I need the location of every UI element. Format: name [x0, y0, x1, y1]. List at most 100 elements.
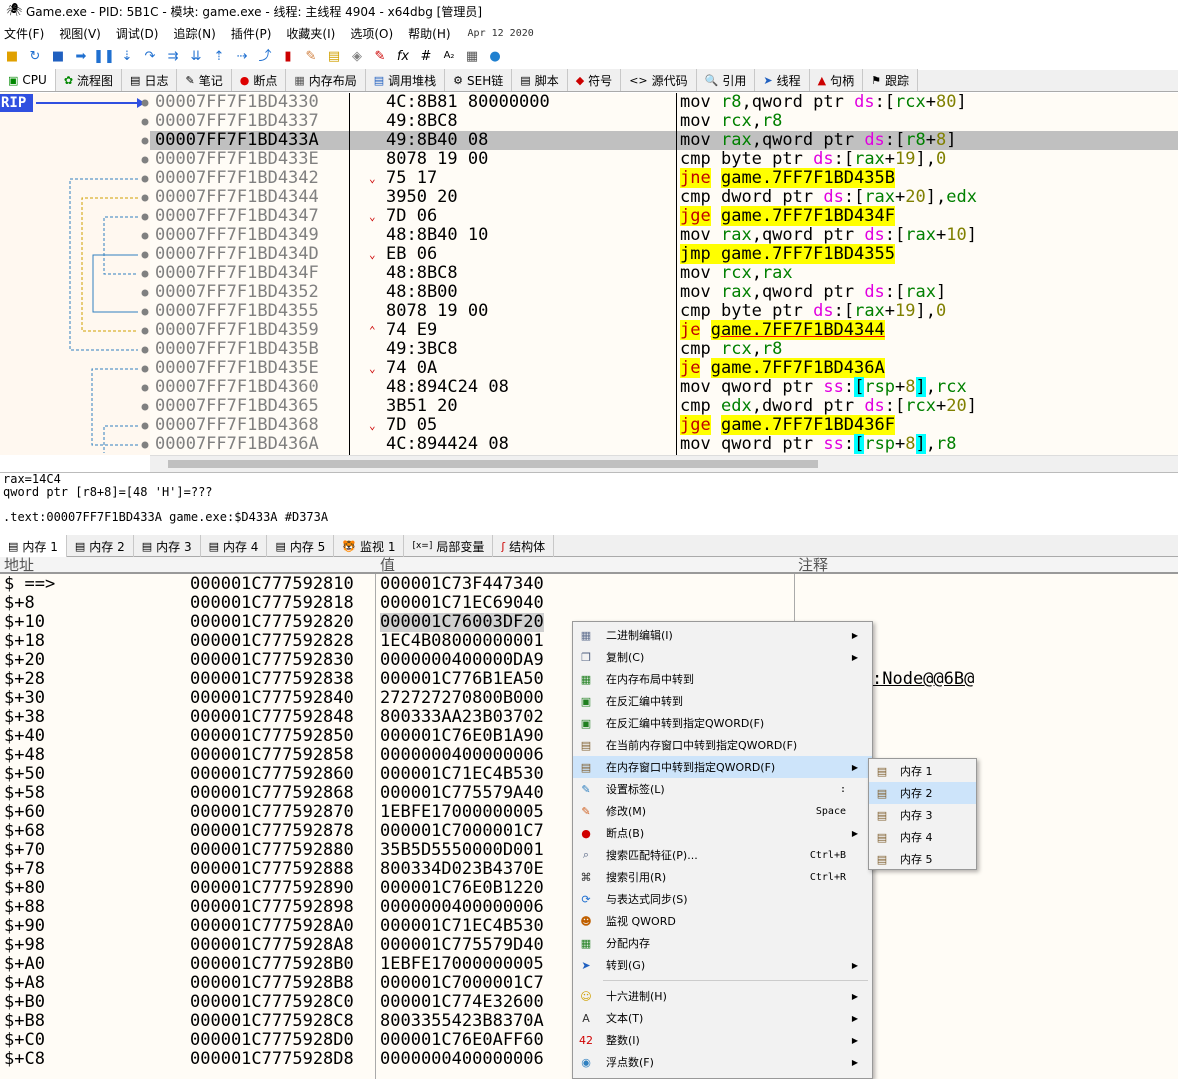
- disasm-row[interactable]: 00007FF7F1BD4337 49:8BC8 mov rcx,r8: [150, 112, 1178, 131]
- disasm-row[interactable]: 00007FF7F1BD4365 3B51 20 cmp edx,dword ptr…: [150, 397, 1178, 416]
- tab-references[interactable]: 🔍 引用: [696, 69, 756, 91]
- disasm-row[interactable]: 00007FF7F1BD434F 48:8BC8 mov rcx,rax: [150, 264, 1178, 283]
- menu-trace[interactable]: 追踪(N): [173, 25, 215, 42]
- context-menu-item[interactable]: ⟳ 与表达式同步(S): [573, 888, 872, 910]
- submenu-item-dump-1[interactable]: ▤ 内存 1: [869, 760, 976, 782]
- menu-plugins[interactable]: 插件(P): [231, 25, 272, 42]
- tab-struct[interactable]: ʃ 结构体: [493, 535, 555, 557]
- disasm-row-selected[interactable]: 00007FF7F1BD433A 49:8B40 08 mov rax,qword …: [150, 131, 1178, 150]
- disassembly-view[interactable]: RIP 00007FF7F1BD4330 4C:8B81 80000000 mov …: [0, 93, 1178, 455]
- tab-log[interactable]: ▤ 日志: [122, 69, 178, 91]
- labels-icon[interactable]: ◈: [348, 47, 366, 65]
- submenu-item-dump-4[interactable]: ▤ 内存 4: [869, 826, 976, 848]
- restart-icon[interactable]: ↻: [26, 47, 44, 65]
- submenu-item-dump-2[interactable]: ▤ 内存 2: [869, 782, 976, 804]
- trace-into-icon[interactable]: ⇉: [164, 47, 182, 65]
- context-menu-item[interactable]: ❐ 复制(C) ▶: [573, 646, 872, 668]
- tab-handles[interactable]: ▲ 句柄: [809, 69, 864, 91]
- run-icon[interactable]: ➡: [72, 47, 90, 65]
- disasm-row[interactable]: 00007FF7F1BD4342 ⌄ 75 17 jne game.7FF7F1BD4…: [150, 168, 1178, 188]
- record-icon[interactable]: ▮: [279, 47, 297, 65]
- tab-call-stack[interactable]: ▤ 调用堆栈: [365, 69, 446, 91]
- tab-trace[interactable]: ⚑ 跟踪: [863, 69, 918, 91]
- disasm-row[interactable]: 00007FF7F1BD4352 48:8B00 mov rax,qword ptr…: [150, 283, 1178, 302]
- font-icon[interactable]: A₂: [440, 47, 458, 65]
- disasm-horizontal-scrollbar[interactable]: [150, 455, 1178, 472]
- tab-source[interactable]: <> 源代码: [621, 69, 697, 91]
- context-menu-item[interactable]: 42 整数(I) ▶: [573, 1029, 872, 1051]
- run-to-user-code-icon[interactable]: ⇢: [233, 47, 251, 65]
- column-divider[interactable]: [349, 93, 350, 455]
- context-menu-item[interactable]: ▣ 在反汇编中转到: [573, 690, 872, 712]
- function-icon[interactable]: fx: [394, 47, 412, 65]
- disasm-row[interactable]: 00007FF7F1BD4355 8078 19 00 cmp byte ptr d…: [150, 302, 1178, 321]
- context-menu-item[interactable]: ➤ 转到(G) ▶: [573, 954, 872, 976]
- submenu-item-dump-5[interactable]: ▤ 内存 5: [869, 848, 976, 870]
- tab-breakpoints[interactable]: ● 断点: [231, 69, 287, 91]
- scrollbar-thumb[interactable]: [168, 460, 818, 468]
- tab-dump-4[interactable]: ▤ 内存 4: [201, 535, 268, 557]
- tab-dump-5[interactable]: ▤ 内存 5: [267, 535, 335, 557]
- context-menu-item[interactable]: ⌘ 搜索引用(R) Ctrl+R: [573, 866, 872, 888]
- trace-over-icon[interactable]: ⇊: [187, 47, 205, 65]
- open-icon[interactable]: ■: [3, 47, 21, 65]
- bookmark-icon[interactable]: ✎: [371, 47, 389, 65]
- disasm-row[interactable]: 00007FF7F1BD433E 8078 19 00 cmp byte ptr d…: [150, 150, 1178, 169]
- tab-symbols[interactable]: ◆ 符号: [567, 69, 622, 91]
- menu-help[interactable]: 帮助(H): [408, 25, 450, 42]
- context-menu-item[interactable]: ▣ 在反汇编中转到指定QWORD(F): [573, 712, 872, 734]
- tab-locals[interactable]: [x=] 局部变量: [404, 535, 494, 557]
- context-menu-item[interactable]: ☺ 十六进制(H) ▶: [573, 985, 872, 1007]
- step-into-icon[interactable]: ⇣: [118, 47, 136, 65]
- context-menu-item[interactable]: ▦ 分配内存: [573, 932, 872, 954]
- dump-row[interactable]: $+8 000001C777592818 000001C71EC69040: [0, 594, 1178, 613]
- header-value[interactable]: 值: [380, 557, 395, 574]
- calculator-icon[interactable]: ▦: [463, 47, 481, 65]
- context-menu-item[interactable]: ▦ 在内存布局中转到: [573, 668, 872, 690]
- execute-till-return-icon[interactable]: ⇡: [210, 47, 228, 65]
- header-address[interactable]: 地址: [4, 557, 34, 574]
- context-menu-item[interactable]: A 文本(T) ▶: [573, 1007, 872, 1029]
- tab-watch-1[interactable]: 🐯 监视 1: [334, 535, 405, 557]
- context-menu-item[interactable]: ▤ 在内存窗口中转到指定QWORD(F) ▶: [573, 756, 872, 778]
- menu-favourites[interactable]: 收藏夹(I): [286, 25, 335, 42]
- context-menu-item[interactable]: ⌕ 搜索匹配特征(P)... Ctrl+B: [573, 844, 872, 866]
- context-menu-item[interactable]: ✎ 设置标签(L):: [573, 778, 872, 800]
- context-menu-item[interactable]: ☻ 监视 QWORD: [573, 910, 872, 932]
- submenu-item-dump-3[interactable]: ▤ 内存 3: [869, 804, 976, 826]
- hash-icon[interactable]: #: [417, 47, 435, 65]
- disasm-row[interactable]: 00007FF7F1BD4344 3950 20 cmp dword ptr ds:…: [150, 188, 1178, 207]
- disasm-row[interactable]: 00007FF7F1BD4349 48:8B40 10 mov rax,qword …: [150, 226, 1178, 245]
- tab-threads[interactable]: ➤ 线程: [755, 69, 810, 91]
- menu-file[interactable]: 文件(F): [4, 25, 44, 42]
- pause-icon[interactable]: ❚❚: [93, 47, 115, 65]
- patch-icon[interactable]: ✎: [302, 47, 320, 65]
- disasm-row[interactable]: 00007FF7F1BD435B 49:3BC8 cmp rcx,r8: [150, 340, 1178, 359]
- tab-dump-2[interactable]: ▤ 内存 2: [67, 535, 134, 557]
- disasm-row[interactable]: 00007FF7F1BD4359 ⌃ 74 E9 je game.7FF7F1BD43…: [150, 320, 1178, 340]
- globe-icon[interactable]: ●: [486, 47, 504, 65]
- menu-view[interactable]: 视图(V): [59, 25, 101, 42]
- header-comment[interactable]: 注释: [798, 557, 828, 574]
- disasm-row[interactable]: 00007FF7F1BD434D ⌄ EB 06 jmp game.7FF7F1BD4…: [150, 244, 1178, 264]
- context-menu-item[interactable]: ◉ 浮点数(F) ▶: [573, 1051, 872, 1073]
- context-menu-item[interactable]: ▤ 在当前内存窗口中转到指定QWORD(F): [573, 734, 872, 756]
- disasm-row[interactable]: 00007FF7F1BD4330 4C:8B81 80000000 mov r8,q…: [150, 93, 1178, 112]
- disasm-row[interactable]: 00007FF7F1BD4368 ⌄ 7D 05 jge game.7FF7F1BD4…: [150, 415, 1178, 435]
- dump-row[interactable]: $ ==> 000001C777592810 000001C73F447340: [0, 575, 1178, 594]
- tab-notes[interactable]: ✎ 笔记: [177, 69, 232, 91]
- tab-dump-3[interactable]: ▤ 内存 3: [134, 535, 201, 557]
- close-icon[interactable]: ■: [49, 47, 67, 65]
- disasm-row[interactable]: 00007FF7F1BD435E ⌄ 74 0A je game.7FF7F1BD43…: [150, 358, 1178, 378]
- column-divider[interactable]: [676, 93, 677, 455]
- step-over-icon[interactable]: ↷: [141, 47, 159, 65]
- menu-debug[interactable]: 调试(D): [116, 25, 159, 42]
- menu-options[interactable]: 选项(O): [350, 25, 393, 42]
- tab-graph[interactable]: ✿ 流程图: [55, 69, 123, 91]
- context-menu-item[interactable]: ✎ 修改(M) Space: [573, 800, 872, 822]
- tab-memory-map[interactable]: ▦ 内存布局: [286, 69, 366, 91]
- animate-icon[interactable]: ⤴: [256, 47, 274, 65]
- tab-cpu[interactable]: ▣ CPU: [0, 69, 56, 91]
- tab-dump-1[interactable]: ▤ 内存 1: [0, 535, 67, 557]
- tab-script[interactable]: ▤ 脚本: [512, 69, 568, 91]
